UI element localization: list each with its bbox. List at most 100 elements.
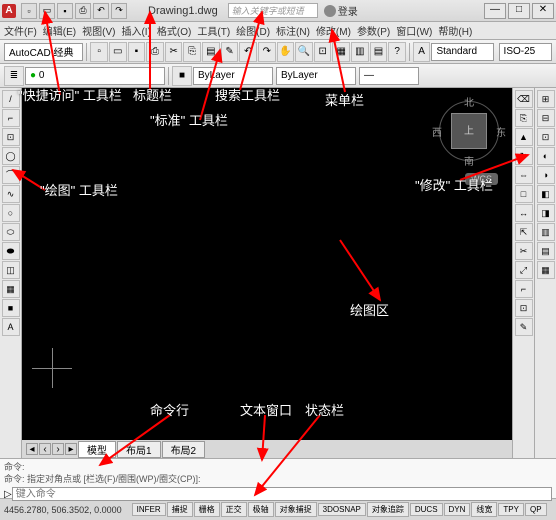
layer-combo[interactable]: ● 0 bbox=[25, 67, 165, 85]
hatch-button[interactable]: ▦ bbox=[2, 280, 20, 298]
status-ducs-button[interactable]: DUCS bbox=[410, 503, 443, 516]
paste-button[interactable]: ▤ bbox=[202, 42, 220, 62]
line-button[interactable]: / bbox=[2, 90, 20, 108]
layer-manager-button[interactable]: ≣ bbox=[4, 66, 24, 86]
matchprop-button[interactable]: ✎ bbox=[221, 42, 239, 62]
tab-last-button[interactable]: ▸ bbox=[65, 443, 77, 455]
viewcube-west[interactable]: 西 bbox=[432, 124, 442, 139]
print-button[interactable]: ⎙ bbox=[146, 42, 164, 62]
menu-window[interactable]: 窗口(W) bbox=[396, 23, 432, 38]
linetype-combo[interactable]: ByLayer bbox=[276, 67, 356, 85]
offset-button[interactable]: ⇔ bbox=[515, 166, 533, 184]
rectangle-button[interactable]: ◯ bbox=[2, 147, 20, 165]
region-button[interactable]: ■ bbox=[2, 299, 20, 317]
circle-button[interactable]: ○ bbox=[2, 204, 20, 222]
menu-insert[interactable]: 插入(I) bbox=[121, 23, 150, 38]
redo-button[interactable]: ↷ bbox=[258, 42, 276, 62]
polyline-button[interactable]: ⌐ bbox=[2, 109, 20, 127]
spline-button[interactable]: ∿ bbox=[2, 185, 20, 203]
scale-button[interactable]: ⇱ bbox=[515, 223, 533, 241]
palette-button[interactable]: ▤ bbox=[537, 242, 555, 260]
viewcube-top[interactable]: 上 bbox=[451, 113, 487, 149]
text-button[interactable]: A bbox=[2, 318, 20, 336]
coordinate-display[interactable]: 4456.2780, 506.3502, 0.0000 bbox=[4, 505, 122, 515]
palette-button[interactable]: ◧ bbox=[537, 185, 555, 203]
qat-redo-button[interactable]: ↷ bbox=[111, 3, 127, 19]
status-infer-button[interactable]: INFER bbox=[132, 503, 166, 516]
tab-model[interactable]: 模型 bbox=[78, 441, 116, 458]
chamfer-button[interactable]: ⊡ bbox=[515, 299, 533, 317]
palette-button[interactable]: ◑ bbox=[537, 166, 555, 184]
trim-button[interactable]: ✂ bbox=[515, 242, 533, 260]
qat-undo-button[interactable]: ↶ bbox=[93, 3, 109, 19]
save-button[interactable]: ▪ bbox=[128, 42, 146, 62]
viewcube-north[interactable]: 北 bbox=[464, 94, 474, 109]
erase-button[interactable]: ⌫ bbox=[515, 90, 533, 108]
extend-button[interactable]: ⤢ bbox=[515, 261, 533, 279]
menu-parametric[interactable]: 参数(P) bbox=[357, 23, 390, 38]
color-button[interactable]: ■ bbox=[172, 66, 192, 86]
close-button[interactable]: ✕ bbox=[532, 3, 554, 19]
status-lwt-button[interactable]: 线宽 bbox=[471, 502, 497, 517]
fillet-button[interactable]: ⌐ bbox=[515, 280, 533, 298]
cut-button[interactable]: ✂ bbox=[165, 42, 183, 62]
menu-dimension[interactable]: 标注(N) bbox=[276, 23, 310, 38]
status-dyn-button[interactable]: DYN bbox=[444, 503, 471, 516]
status-ortho-button[interactable]: 正交 bbox=[221, 502, 247, 517]
palette-button[interactable]: ◨ bbox=[537, 204, 555, 222]
rotate-button[interactable]: ↻ bbox=[515, 147, 533, 165]
menu-draw[interactable]: 绘图(D) bbox=[236, 23, 270, 38]
arc-button[interactable]: ⌒ bbox=[2, 166, 20, 184]
menu-file[interactable]: 文件(F) bbox=[4, 23, 37, 38]
status-osnap-button[interactable]: 对象捕捉 bbox=[275, 502, 317, 517]
status-tpy-button[interactable]: TPY bbox=[498, 503, 524, 516]
command-input[interactable] bbox=[12, 487, 552, 501]
menu-format[interactable]: 格式(O) bbox=[157, 23, 191, 38]
tab-layout2[interactable]: 布局2 bbox=[162, 441, 206, 458]
array-button[interactable]: □ bbox=[515, 185, 533, 203]
palette-button[interactable]: ⊟ bbox=[537, 109, 555, 127]
menu-modify[interactable]: 修改(M) bbox=[316, 23, 351, 38]
insert-button[interactable]: ◫ bbox=[2, 261, 20, 279]
view-cube[interactable]: 上 北 南 东 西 bbox=[434, 96, 504, 166]
user-login-button[interactable]: 登录 bbox=[324, 3, 358, 18]
menu-view[interactable]: 视图(V) bbox=[82, 23, 115, 38]
ellipse-button[interactable]: ⬭ bbox=[2, 223, 20, 241]
palette-button[interactable]: ⊡ bbox=[537, 128, 555, 146]
copy-button[interactable]: ⎘ bbox=[183, 42, 201, 62]
qat-new-button[interactable]: ▫ bbox=[21, 3, 37, 19]
color-combo[interactable]: ByLayer bbox=[193, 67, 273, 85]
textstyle-icon[interactable]: A bbox=[413, 42, 431, 62]
minimize-button[interactable]: — bbox=[484, 3, 506, 19]
copy-obj-button[interactable]: ⎘ bbox=[515, 109, 533, 127]
qat-print-button[interactable]: ⎙ bbox=[75, 3, 91, 19]
palette-button[interactable]: ⊞ bbox=[537, 90, 555, 108]
explode-button[interactable]: ✎ bbox=[515, 318, 533, 336]
help-button[interactable]: ? bbox=[388, 42, 406, 62]
mirror-button[interactable]: ▲ bbox=[515, 128, 533, 146]
pan-button[interactable]: ✋ bbox=[277, 42, 295, 62]
status-3dosnap-button[interactable]: 3DOSNAP bbox=[318, 503, 366, 516]
wcs-badge[interactable]: WCS bbox=[465, 173, 498, 185]
sheetset-button[interactable]: ▥ bbox=[351, 42, 369, 62]
tab-first-button[interactable]: ◂ bbox=[26, 443, 38, 455]
tab-next-button[interactable]: › bbox=[52, 443, 64, 455]
status-snap-button[interactable]: 捕捉 bbox=[167, 502, 193, 517]
viewcube-south[interactable]: 南 bbox=[464, 153, 474, 168]
textstyle-combo[interactable]: Standard bbox=[431, 43, 493, 61]
zoom-button[interactable]: 🔍 bbox=[295, 42, 313, 62]
status-grid-button[interactable]: 栅格 bbox=[194, 502, 220, 517]
app-logo-icon[interactable]: A bbox=[2, 4, 16, 18]
qat-save-button[interactable]: ▪ bbox=[57, 3, 73, 19]
qat-open-button[interactable]: ▭ bbox=[39, 3, 55, 19]
dimstyle-combo[interactable]: ISO-25 bbox=[499, 43, 552, 61]
menu-help[interactable]: 帮助(H) bbox=[438, 23, 472, 38]
drawing-area[interactable]: 上 北 南 东 西 WCS ◂ ‹ › ▸ 模型 布局1 布局2 bbox=[22, 88, 512, 458]
status-polar-button[interactable]: 极轴 bbox=[248, 502, 274, 517]
viewcube-east[interactable]: 东 bbox=[496, 124, 506, 139]
zoomext-button[interactable]: ⊡ bbox=[314, 42, 332, 62]
calc-button[interactable]: ▤ bbox=[370, 42, 388, 62]
palette-button[interactable]: ▦ bbox=[537, 261, 555, 279]
workspace-combo[interactable]: AutoCAD 经典 bbox=[4, 43, 83, 61]
move-button[interactable]: ↔ bbox=[515, 204, 533, 222]
